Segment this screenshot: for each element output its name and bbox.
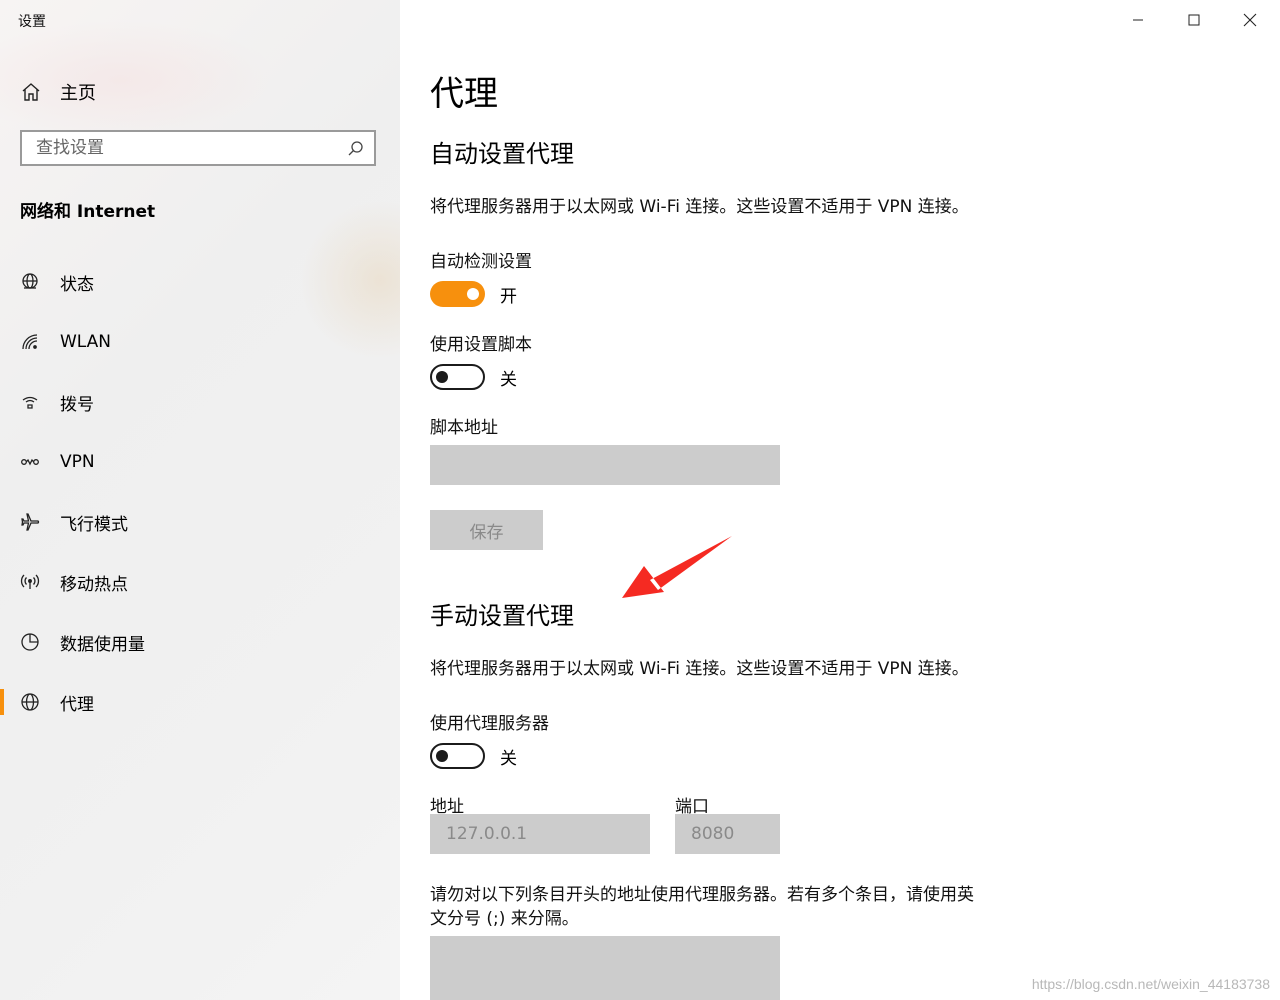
use-proxy-label: 使用代理服务器	[430, 714, 549, 734]
setup-script-toggle[interactable]	[430, 364, 485, 390]
search-box[interactable]	[20, 130, 376, 166]
auto-proxy-heading: 自动设置代理	[430, 140, 574, 168]
home-icon	[20, 81, 42, 103]
auto-proxy-description: 将代理服务器用于以太网或 Wi-Fi 连接。这些设置不适用于 VPN 连接。	[430, 197, 969, 217]
sidebar-item-label: 状态	[60, 274, 94, 295]
sidebar-section-title: 网络和 Internet	[20, 202, 156, 222]
auto-detect-toggle[interactable]	[430, 281, 485, 307]
globe-status-icon	[20, 272, 40, 292]
sidebar-item-label: 数据使用量	[60, 634, 145, 655]
use-proxy-state: 关	[500, 748, 517, 769]
proxy-address-input[interactable]	[430, 814, 650, 854]
sidebar-home[interactable]: 主页	[20, 78, 96, 106]
setup-script-state: 关	[500, 369, 517, 390]
airplane-icon	[20, 512, 40, 532]
page-title: 代理	[430, 74, 498, 114]
sidebar-item-label: 飞行模式	[60, 514, 128, 535]
main-content: 代理 自动设置代理 将代理服务器用于以太网或 Wi-Fi 连接。这些设置不适用于…	[430, 0, 1280, 1000]
use-proxy-toggle[interactable]	[430, 743, 485, 769]
annotation-arrow-icon	[622, 536, 732, 598]
window-title: 设置	[18, 14, 46, 30]
wifi-icon	[20, 332, 40, 352]
sidebar-item-data-usage[interactable]: 数据使用量	[0, 612, 400, 672]
sidebar-home-label: 主页	[60, 83, 96, 104]
sidebar-item-airplane[interactable]: 飞行模式	[0, 492, 400, 552]
auto-detect-label: 自动检测设置	[430, 252, 532, 272]
sidebar-item-label: WLAN	[60, 332, 112, 352]
sidebar-item-wlan[interactable]: WLAN	[0, 312, 400, 372]
setup-script-label: 使用设置脚本	[430, 335, 532, 355]
watermark: https://blog.csdn.net/weixin_44183738	[1031, 976, 1270, 992]
sidebar-item-proxy[interactable]: 代理	[0, 672, 400, 732]
sidebar-item-label: 移动热点	[60, 574, 128, 595]
auto-detect-state: 开	[500, 286, 517, 307]
sidebar-item-label: VPN	[60, 452, 95, 472]
vpn-icon	[20, 452, 40, 472]
exceptions-input[interactable]	[430, 936, 780, 1000]
dialup-icon	[20, 392, 40, 412]
search-icon[interactable]	[347, 140, 364, 157]
pie-chart-icon	[20, 632, 40, 652]
save-button[interactable]: 保存	[430, 510, 543, 550]
sidebar-nav: 状态 WLAN 拨号 VPN 飞行模式 移动热点 数据使用量 代理	[0, 252, 400, 732]
proxy-port-input[interactable]	[675, 814, 780, 854]
setup-script-row: 关	[430, 364, 517, 390]
sidebar-item-vpn[interactable]: VPN	[0, 432, 400, 492]
sidebar-item-status[interactable]: 状态	[0, 252, 400, 312]
search-input[interactable]	[22, 132, 346, 164]
sidebar-item-label: 代理	[60, 694, 94, 715]
sidebar: 设置 主页 网络和 Internet 状态	[0, 0, 400, 1000]
sidebar-item-hotspot[interactable]: 移动热点	[0, 552, 400, 612]
globe-icon	[20, 692, 40, 712]
manual-proxy-heading: 手动设置代理	[430, 602, 574, 630]
sidebar-item-dialup[interactable]: 拨号	[0, 372, 400, 432]
exceptions-description-line1: 请勿对以下列条目开头的地址使用代理服务器。若有多个条目，请使用英	[430, 885, 974, 905]
sidebar-item-label: 拨号	[60, 394, 94, 415]
exceptions-description-line2: 文分号 (;) 来分隔。	[430, 909, 579, 929]
use-proxy-row: 关	[430, 743, 517, 769]
auto-detect-row: 开	[430, 281, 517, 307]
hotspot-icon	[20, 572, 40, 592]
script-address-label: 脚本地址	[430, 418, 498, 438]
script-address-input[interactable]	[430, 445, 780, 485]
manual-proxy-description: 将代理服务器用于以太网或 Wi-Fi 连接。这些设置不适用于 VPN 连接。	[430, 659, 969, 679]
